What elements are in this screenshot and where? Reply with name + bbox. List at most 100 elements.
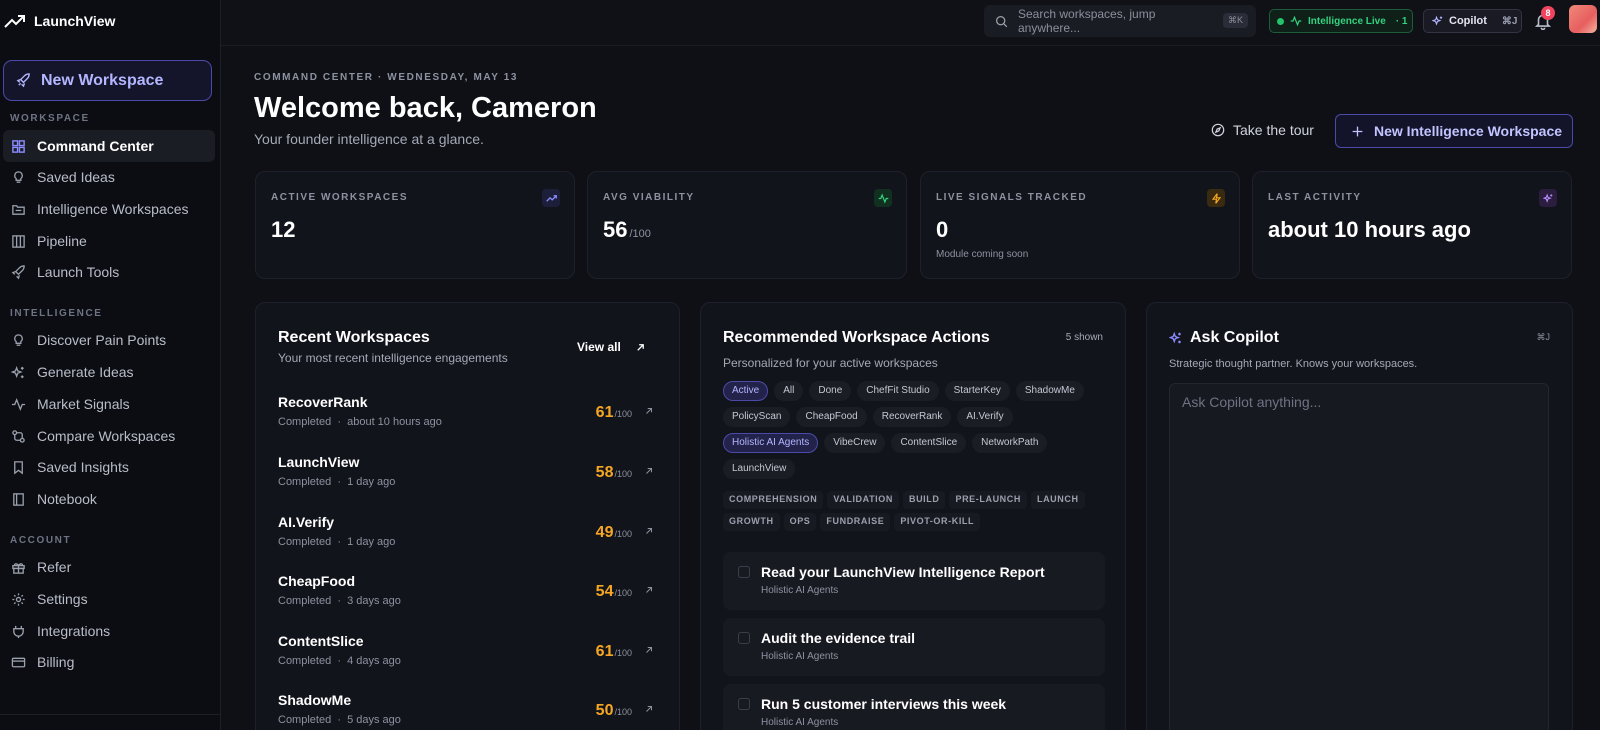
action-item[interactable]: Read your LaunchView Intelligence Report…	[723, 552, 1105, 610]
stage-chip[interactable]: LAUNCH	[1030, 491, 1085, 509]
filter-chip[interactable]: ChefFit Studio	[857, 381, 939, 401]
stat-value: 12	[271, 217, 296, 242]
sidebar-item-market-signals[interactable]: Market Signals	[3, 388, 215, 420]
filter-chip[interactable]: CheapFood	[796, 407, 867, 427]
viability-score: 61/100	[595, 643, 632, 660]
activity-icon	[1290, 15, 1302, 27]
filter-chip[interactable]: ShadowMe	[1015, 381, 1084, 401]
stage-chip[interactable]: COMPREHENSION	[723, 491, 824, 509]
viability-score: 49/100	[595, 524, 632, 541]
new-intelligence-workspace-button[interactable]: New Intelligence Workspace	[1335, 114, 1573, 148]
task-title: Run 5 customer interviews this week	[761, 696, 1007, 712]
sidebar-item-compare-workspaces[interactable]: Compare Workspaces	[3, 420, 215, 452]
stage-chip[interactable]: VALIDATION	[827, 491, 899, 509]
workspace-name: ShadowMe	[278, 692, 352, 708]
panel-title: Recent Workspaces	[278, 329, 430, 346]
filter-chip[interactable]: NetworkPath	[972, 433, 1048, 453]
panel-subtitle: Personalized for your active workspaces	[723, 356, 938, 370]
list-item[interactable]: LaunchView Completed · 1 day ago 58/100	[278, 454, 654, 504]
notification-badge: 8	[1541, 6, 1555, 20]
sidebar-item-command-center[interactable]: Command Center	[3, 130, 215, 162]
stage-chip[interactable]: PRE-LAUNCH	[949, 491, 1027, 509]
filter-chip[interactable]: ContentSlice	[891, 433, 967, 453]
sidebar-item-billing[interactable]: Billing	[3, 646, 215, 678]
stat-label: LAST ACTIVITY	[1268, 192, 1362, 203]
stat-live-signals: LIVE SIGNALS TRACKED 0 Module coming soo…	[920, 171, 1240, 279]
stage-chip[interactable]: BUILD	[902, 491, 946, 509]
sidebar-item-label: Command Center	[37, 138, 154, 154]
filter-chip[interactable]: VibeCrew	[824, 433, 886, 453]
stage-chip[interactable]: FUNDRAISE	[820, 513, 891, 531]
sidebar-item-integrations[interactable]: Integrations	[3, 615, 215, 647]
sidebar-item-intelligence-workspaces[interactable]: Intelligence Workspaces	[3, 193, 215, 225]
copilot-button[interactable]: Copilot ⌘J	[1423, 9, 1522, 33]
stage-chip[interactable]: GROWTH	[723, 513, 780, 531]
task-checkbox[interactable]	[738, 566, 750, 578]
viability-score: 58/100	[595, 464, 632, 481]
arrow-up-right-icon[interactable]	[644, 585, 654, 595]
section-account: ACCOUNT	[10, 535, 72, 546]
compare-icon	[12, 429, 25, 443]
task-checkbox[interactable]	[738, 698, 750, 710]
list-item[interactable]: ContentSlice Completed · 4 days ago 61/1…	[278, 633, 654, 683]
filter-chip-holistic[interactable]: Holistic AI Agents	[723, 433, 819, 453]
intelligence-live-badge[interactable]: Intelligence Live · 1	[1269, 9, 1413, 33]
task-workspace: Holistic AI Agents	[761, 585, 839, 596]
sidebar-item-pipeline[interactable]: Pipeline	[3, 225, 215, 257]
list-item[interactable]: RecoverRank Completed · about 10 hours a…	[278, 394, 654, 444]
sidebar-item-saved-insights[interactable]: Saved Insights	[3, 451, 215, 483]
view-all-link[interactable]: View all	[577, 340, 646, 354]
filter-chips: Active All Done ChefFit Studio StarterKe…	[723, 381, 1103, 479]
filter-chip[interactable]: AI.Verify	[957, 407, 1013, 427]
copilot-input[interactable]: Ask Copilot anything...	[1169, 383, 1549, 730]
stat-label: ACTIVE WORKSPACES	[271, 192, 408, 203]
sidebar-item-notebook[interactable]: Notebook	[3, 483, 215, 515]
workspace-name: ContentSlice	[278, 633, 364, 649]
action-item[interactable]: Audit the evidence trail Holistic AI Age…	[723, 618, 1105, 676]
activity-icon	[11, 397, 26, 411]
task-checkbox[interactable]	[738, 632, 750, 644]
recommended-actions-panel: Recommended Workspace Actions 5 shown Pe…	[700, 302, 1126, 730]
stage-chip[interactable]: PIVOT-OR-KILL	[894, 513, 981, 531]
sidebar-item-label: Generate Ideas	[37, 364, 134, 380]
filter-chip-active[interactable]: Active	[723, 381, 769, 401]
arrow-up-right-icon[interactable]	[644, 645, 654, 655]
brand[interactable]: LaunchView	[4, 10, 115, 32]
filter-chip[interactable]: RecoverRank	[872, 407, 952, 427]
new-workspace-label: New Workspace	[41, 71, 164, 89]
sidebar-item-refer[interactable]: Refer	[3, 551, 215, 583]
filter-chip[interactable]: LaunchView	[723, 459, 796, 479]
action-item[interactable]: Run 5 customer interviews this week Holi…	[723, 684, 1105, 730]
filter-chip[interactable]: StarterKey	[944, 381, 1010, 401]
folder-icon	[12, 204, 25, 215]
filter-chip[interactable]: PolicyScan	[723, 407, 791, 427]
avatar[interactable]	[1569, 5, 1597, 33]
filter-chip[interactable]: Done	[809, 381, 852, 401]
sidebar-item-saved-ideas[interactable]: Saved Ideas	[3, 161, 215, 193]
panel-subtitle: Strategic thought partner. Knows your wo…	[1169, 358, 1418, 370]
workspace-name: CheapFood	[278, 573, 355, 589]
task-title: Audit the evidence trail	[761, 630, 916, 646]
list-item[interactable]: ShadowMe Completed · 5 days ago 50/100	[278, 692, 654, 730]
filter-chip[interactable]: All	[774, 381, 804, 401]
sidebar-item-discover-pain-points[interactable]: Discover Pain Points	[3, 324, 215, 356]
stat-value: about 10 hours ago	[1268, 217, 1471, 242]
arrow-up-right-icon[interactable]	[644, 466, 654, 476]
sidebar-item-launch-tools[interactable]: Launch Tools	[3, 256, 215, 288]
stat-active-workspaces: ACTIVE WORKSPACES 12	[255, 171, 575, 279]
arrow-up-right-icon[interactable]	[644, 526, 654, 536]
activity-icon	[874, 189, 892, 207]
sidebar-item-generate-ideas[interactable]: Generate Ideas	[3, 356, 215, 388]
arrow-up-right-icon[interactable]	[644, 406, 654, 416]
list-item[interactable]: CheapFood Completed · 3 days ago 54/100	[278, 573, 654, 623]
stage-chip[interactable]: OPS	[783, 513, 817, 531]
search-input[interactable]: Search workspaces, jump anywhere... ⌘K	[984, 5, 1256, 37]
section-workspace: WORKSPACE	[10, 113, 90, 124]
list-item[interactable]: AI.Verify Completed · 1 day ago 49/100	[278, 514, 654, 564]
sidebar-item-settings[interactable]: Settings	[3, 583, 215, 615]
stat-avg-viability: AVG VIABILITY 56/100	[587, 171, 907, 279]
take-tour-button[interactable]: Take the tour	[1211, 122, 1314, 138]
workspace-meta: Completed · 5 days ago	[278, 714, 401, 726]
arrow-up-right-icon[interactable]	[644, 704, 654, 714]
new-workspace-button[interactable]: New Workspace	[3, 60, 212, 101]
